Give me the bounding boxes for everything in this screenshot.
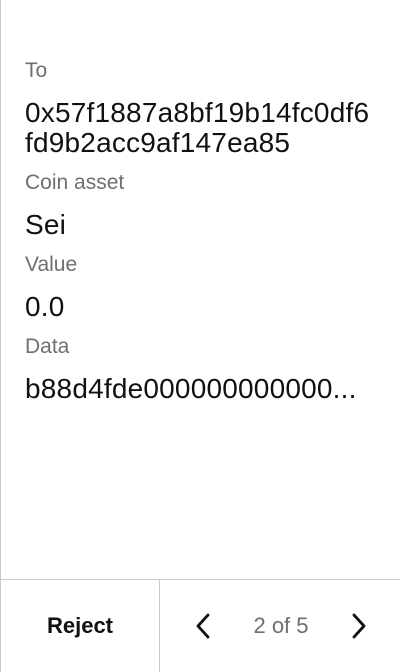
transaction-details: To 0x57f1887a8bf19b14fc0df6fd9b2acc9af14… [25, 56, 376, 414]
action-footer: Reject 2 of 5 [1, 579, 400, 672]
pagination: 2 of 5 [160, 580, 400, 672]
data-field: Data b88d4fde000000000000... [25, 332, 376, 404]
page-indicator: 2 of 5 [253, 613, 309, 638]
value-amount: 0.0 [25, 291, 65, 322]
chevron-left-icon [196, 613, 210, 639]
value-label: Value [25, 253, 78, 276]
next-page-button[interactable] [344, 606, 374, 646]
to-address: 0x57f1887a8bf19b14fc0df6fd9b2acc9af147ea… [25, 97, 370, 158]
to-field: To 0x57f1887a8bf19b14fc0df6fd9b2acc9af14… [25, 56, 376, 158]
coin-asset-label: Coin asset [25, 171, 125, 194]
previous-page-button[interactable] [188, 606, 218, 646]
value-field: Value 0.0 [25, 250, 376, 322]
coin-asset-field: Coin asset Sei [25, 168, 376, 240]
data-label: Data [25, 335, 70, 358]
chevron-right-icon [352, 613, 366, 639]
to-label: To [25, 59, 48, 82]
coin-asset-value: Sei [25, 209, 67, 240]
reject-button[interactable]: Reject [1, 580, 160, 672]
data-value: b88d4fde000000000000... [25, 373, 357, 404]
transaction-review-screen: To 0x57f1887a8bf19b14fc0df6fd9b2acc9af14… [0, 0, 400, 672]
